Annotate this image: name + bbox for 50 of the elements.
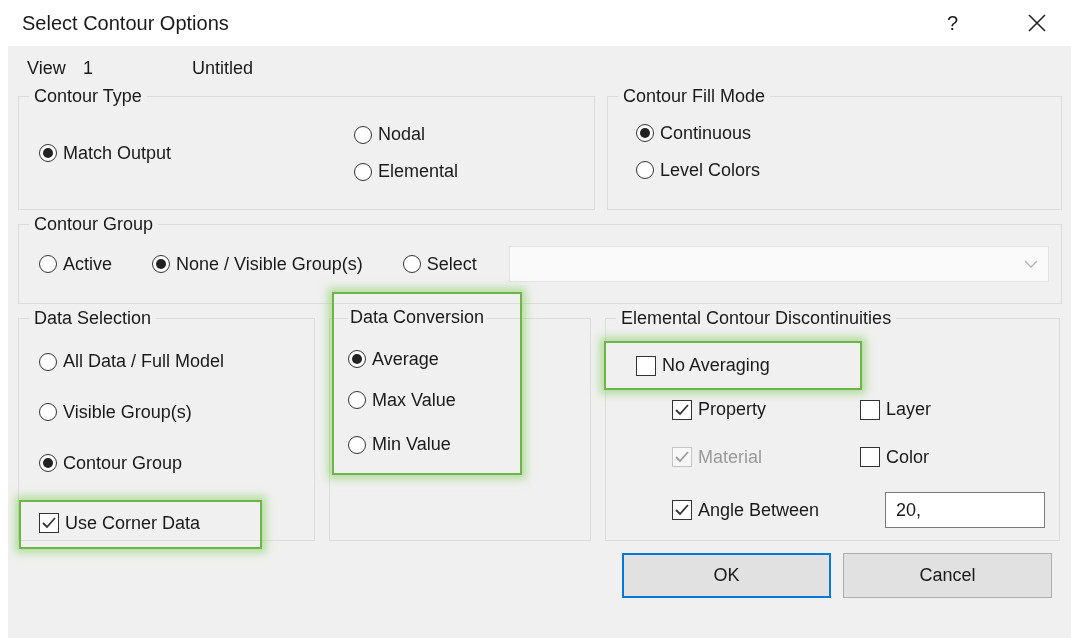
radio-label[interactable]: Active	[63, 253, 113, 275]
view-label: View	[27, 57, 67, 79]
radio-label[interactable]: Visible Group(s)	[63, 401, 192, 423]
radio-label[interactable]: Select	[426, 253, 477, 275]
radio-button[interactable]	[39, 255, 57, 273]
dialog-button[interactable]: Cancel	[843, 553, 1052, 598]
radio-label[interactable]: Contour Group	[63, 452, 183, 474]
radio-label[interactable]: Max Value	[372, 389, 456, 411]
radio-button[interactable]	[348, 350, 366, 368]
radio-button[interactable]	[348, 435, 366, 454]
radio-label[interactable]: Average	[372, 348, 439, 370]
checkbox-label[interactable]: Angle Between	[698, 499, 820, 521]
view-name: Untitled	[192, 57, 254, 79]
close-icon[interactable]	[1027, 13, 1047, 33]
radio-button[interactable]	[636, 161, 654, 179]
radio-label[interactable]: Min Value	[372, 434, 451, 455]
view-number: 1	[83, 57, 94, 79]
checkbox-label[interactable]: No Averaging	[662, 355, 770, 376]
radio-button[interactable]	[402, 255, 421, 273]
radio-button[interactable]	[354, 125, 372, 144]
checkbox[interactable]	[39, 513, 59, 533]
window-title: Select Contour Options	[22, 11, 230, 35]
radio-label[interactable]: Match Output	[63, 142, 172, 164]
checkbox-label[interactable]: Layer	[886, 399, 932, 420]
radio-button[interactable]	[354, 162, 372, 181]
radio-label[interactable]: Elemental	[378, 161, 459, 182]
angle-input-field[interactable]: 20,	[885, 492, 1045, 528]
checkbox[interactable]	[636, 355, 656, 376]
radio-button[interactable]	[39, 403, 57, 421]
checkbox[interactable]	[672, 399, 692, 420]
checkbox[interactable]	[860, 447, 880, 467]
checkbox[interactable]	[672, 500, 692, 520]
checkbox-label[interactable]: Use Corner Data	[65, 512, 201, 534]
radio-button[interactable]	[636, 124, 654, 142]
radio-label[interactable]: Continuous	[660, 122, 752, 144]
checkbox-label[interactable]: Property	[698, 399, 767, 420]
checkbox[interactable]	[860, 399, 880, 420]
radio-label[interactable]: None / Visible Group(s)	[176, 253, 363, 275]
radio-label[interactable]: Level Colors	[660, 159, 761, 181]
radio-label[interactable]: All Data / Full Model	[63, 351, 225, 372]
radio-label[interactable]: Nodal	[378, 124, 426, 145]
radio-button[interactable]	[348, 391, 366, 409]
checkbox-label[interactable]: Color	[886, 446, 929, 468]
radio-button[interactable]	[39, 352, 57, 371]
radio-button[interactable]	[39, 454, 57, 472]
dialog-button[interactable]: OK	[622, 553, 831, 598]
chevron-down-icon	[1024, 259, 1038, 269]
radio-button[interactable]	[39, 144, 57, 163]
radio-button[interactable]	[152, 255, 171, 273]
help-button[interactable]: ?	[947, 11, 967, 35]
